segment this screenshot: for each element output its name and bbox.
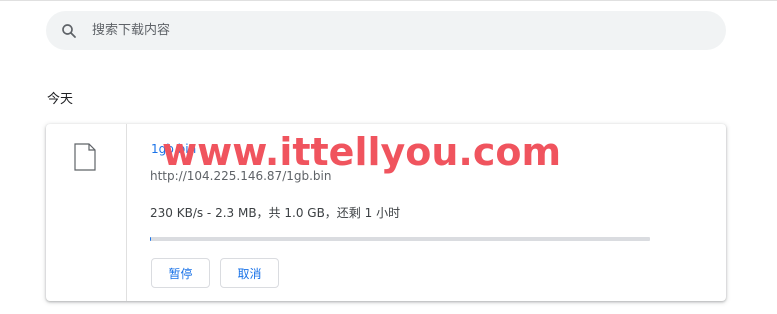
cancel-button[interactable]: 取消 [220,258,279,288]
file-icon [74,143,96,171]
download-progress-bar [150,237,650,241]
date-heading: 今天 [47,92,74,107]
download-item: 1gb.bin http://104.225.146.87/1gb.bin 23… [46,124,726,301]
download-progress-fill [150,237,152,241]
file-icon-area [46,124,127,301]
downloads-page: 今天 1gb.bin http://104.225.146.87/1gb.bin… [0,0,777,314]
pause-button[interactable]: 暂停 [151,258,210,288]
download-status: 230 KB/s - 2.3 MB，共 1.0 GB，还剩 1 小时 [150,206,401,220]
search-input[interactable] [92,19,692,41]
search-bar[interactable] [46,11,726,50]
file-name-link[interactable]: 1gb.bin [151,142,196,156]
top-divider [0,0,777,1]
search-icon[interactable] [60,22,78,40]
file-url[interactable]: http://104.225.146.87/1gb.bin [150,169,331,183]
